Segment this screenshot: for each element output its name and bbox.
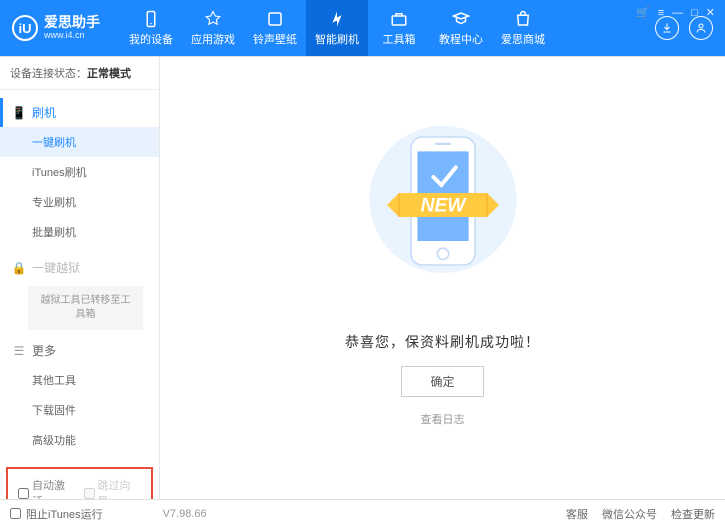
sidebar-item-other-tools[interactable]: 其他工具 bbox=[0, 365, 159, 395]
view-log-link[interactable]: 查看日志 bbox=[421, 411, 465, 427]
app-url: www.i4.cn bbox=[44, 31, 100, 41]
new-banner-text: NEW bbox=[420, 195, 467, 216]
phone-icon: 📱 bbox=[12, 106, 26, 120]
sidebar-item-oneclick-flash[interactable]: 一键刷机 bbox=[0, 127, 159, 157]
store-icon bbox=[514, 10, 532, 28]
sidebar-group-jailbreak: 🔒 一键越狱 bbox=[0, 253, 159, 282]
nav-tutorials[interactable]: 教程中心 bbox=[430, 0, 492, 56]
sidebar-item-batch-flash[interactable]: 批量刷机 bbox=[0, 217, 159, 247]
nav-ringtones[interactable]: 铃声壁纸 bbox=[244, 0, 306, 56]
flash-icon bbox=[328, 10, 346, 28]
block-itunes-checkbox[interactable]: 阻止iTunes运行 bbox=[10, 506, 103, 522]
user-button[interactable] bbox=[689, 16, 713, 40]
activation-options-box: 自动激活 跳过向导 bbox=[6, 467, 153, 499]
sidebar-group-more[interactable]: ☰ 更多 bbox=[0, 336, 159, 365]
footer-link-update[interactable]: 检查更新 bbox=[671, 506, 715, 522]
success-message: 恭喜您，保资料刷机成功啦！ bbox=[345, 332, 540, 352]
toolbox-icon bbox=[390, 10, 408, 28]
jailbreak-moved-notice: 越狱工具已转移至工具箱 bbox=[28, 286, 143, 330]
footer-link-wechat[interactable]: 微信公众号 bbox=[602, 506, 657, 522]
footer-link-support[interactable]: 客服 bbox=[566, 506, 588, 522]
skip-setup-checkbox[interactable]: 跳过向导 bbox=[84, 477, 142, 499]
sidebar: 设备连接状态：正常模式 📱 刷机 一键刷机 iTunes刷机 专业刷机 批量刷机… bbox=[0, 57, 160, 499]
maximize-icon[interactable]: □ bbox=[691, 7, 698, 19]
sidebar-item-itunes-flash[interactable]: iTunes刷机 bbox=[0, 157, 159, 187]
device-icon bbox=[142, 10, 160, 28]
logo-icon: iU bbox=[12, 15, 38, 41]
success-illustration: NEW bbox=[363, 109, 523, 314]
app-title: 爱思助手 bbox=[44, 15, 100, 30]
nav-smart-flash[interactable]: 智能刷机 bbox=[306, 0, 368, 56]
logo-block: iU 爱思助手 www.i4.cn bbox=[12, 15, 100, 41]
ok-button[interactable]: 确定 bbox=[401, 366, 483, 397]
tutorial-icon bbox=[452, 10, 470, 28]
version-label: V7.98.66 bbox=[163, 508, 207, 520]
footer-bar: 阻止iTunes运行 V7.98.66 客服 微信公众号 检查更新 bbox=[0, 499, 725, 527]
cart-icon[interactable]: 🛒 bbox=[636, 6, 650, 19]
close-icon[interactable]: ✕ bbox=[706, 6, 715, 19]
download-button[interactable] bbox=[655, 16, 679, 40]
connection-status: 设备连接状态：正常模式 bbox=[0, 57, 159, 90]
lock-icon: 🔒 bbox=[12, 261, 26, 275]
app-header: iU 爱思助手 www.i4.cn 我的设备 应用游戏 铃声壁纸 智能刷机 工具… bbox=[0, 0, 725, 56]
nav-apps-games[interactable]: 应用游戏 bbox=[182, 0, 244, 56]
ringtone-icon bbox=[266, 10, 284, 28]
menu-icon[interactable]: ≡ bbox=[658, 7, 664, 19]
sidebar-item-pro-flash[interactable]: 专业刷机 bbox=[0, 187, 159, 217]
nav-my-device[interactable]: 我的设备 bbox=[120, 0, 182, 56]
nav-store[interactable]: 爱思商城 bbox=[492, 0, 554, 56]
top-nav: 我的设备 应用游戏 铃声壁纸 智能刷机 工具箱 教程中心 爱思商城 bbox=[120, 0, 554, 56]
menu-lines-icon: ☰ bbox=[12, 344, 26, 358]
sidebar-item-download-firmware[interactable]: 下载固件 bbox=[0, 395, 159, 425]
auto-activate-checkbox[interactable]: 自动激活 bbox=[18, 477, 76, 499]
main-content: NEW 恭喜您，保资料刷机成功啦！ 确定 查看日志 bbox=[160, 57, 725, 499]
apps-icon bbox=[204, 10, 222, 28]
minimize-icon[interactable]: — bbox=[672, 7, 683, 19]
sidebar-group-flash[interactable]: 📱 刷机 bbox=[0, 98, 159, 127]
sidebar-item-advanced[interactable]: 高级功能 bbox=[0, 425, 159, 455]
nav-toolbox[interactable]: 工具箱 bbox=[368, 0, 430, 56]
